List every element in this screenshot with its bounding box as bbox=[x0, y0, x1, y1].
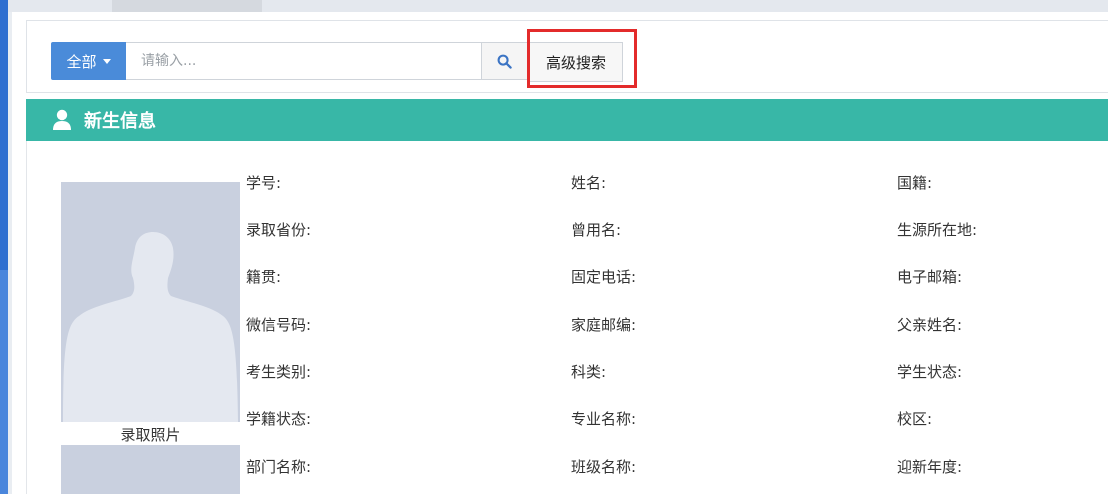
field-origin-location: 生源所在地: bbox=[897, 221, 978, 239]
field-student-status: 学生状态: bbox=[897, 363, 963, 381]
field-native-place: 籍贯: bbox=[246, 268, 282, 286]
field-admission-province: 录取省份: bbox=[246, 221, 312, 239]
advanced-search-button[interactable]: 高级搜索 bbox=[529, 42, 623, 82]
field-welcome-year: 迎新年度: bbox=[897, 458, 963, 476]
section-header: 新生信息 bbox=[26, 99, 1108, 141]
search-input[interactable] bbox=[126, 42, 482, 80]
field-name: 姓名: bbox=[571, 174, 607, 192]
top-tab-bar bbox=[8, 0, 1108, 12]
field-home-postcode: 家庭邮编: bbox=[571, 316, 637, 334]
field-candidate-type: 考生类别: bbox=[246, 363, 312, 381]
search-button[interactable] bbox=[481, 42, 528, 80]
field-enrollment-status: 学籍状态: bbox=[246, 410, 312, 428]
advanced-search-label: 高级搜索 bbox=[545, 53, 606, 72]
field-nationality: 国籍: bbox=[897, 174, 933, 192]
user-icon bbox=[53, 109, 71, 130]
field-subject-category: 科类: bbox=[571, 363, 607, 381]
active-tab[interactable] bbox=[112, 0, 262, 12]
caret-down-icon bbox=[102, 58, 111, 64]
field-father-name: 父亲姓名: bbox=[897, 316, 963, 334]
photo-caption: 录取照片 bbox=[120, 426, 181, 444]
search-icon bbox=[497, 54, 512, 69]
field-landline: 固定电话: bbox=[571, 268, 637, 286]
field-department: 部门名称: bbox=[246, 458, 312, 476]
search-scope-dropdown[interactable]: 全部 bbox=[51, 42, 126, 80]
field-campus: 校区: bbox=[897, 410, 933, 428]
field-major: 专业名称: bbox=[571, 410, 637, 428]
field-student-id: 学号: bbox=[246, 174, 282, 192]
field-former-name: 曾用名: bbox=[571, 221, 622, 239]
field-class: 班级名称: bbox=[571, 458, 637, 476]
student-photo-secondary bbox=[61, 445, 240, 494]
left-nav-edge bbox=[0, 0, 8, 494]
avatar-placeholder-icon bbox=[63, 232, 238, 422]
field-email: 电子邮箱: bbox=[897, 268, 963, 286]
field-wechat: 微信号码: bbox=[246, 316, 312, 334]
section-title: 新生信息 bbox=[84, 111, 156, 132]
search-scope-label: 全部 bbox=[66, 52, 97, 71]
student-photo bbox=[61, 182, 240, 422]
